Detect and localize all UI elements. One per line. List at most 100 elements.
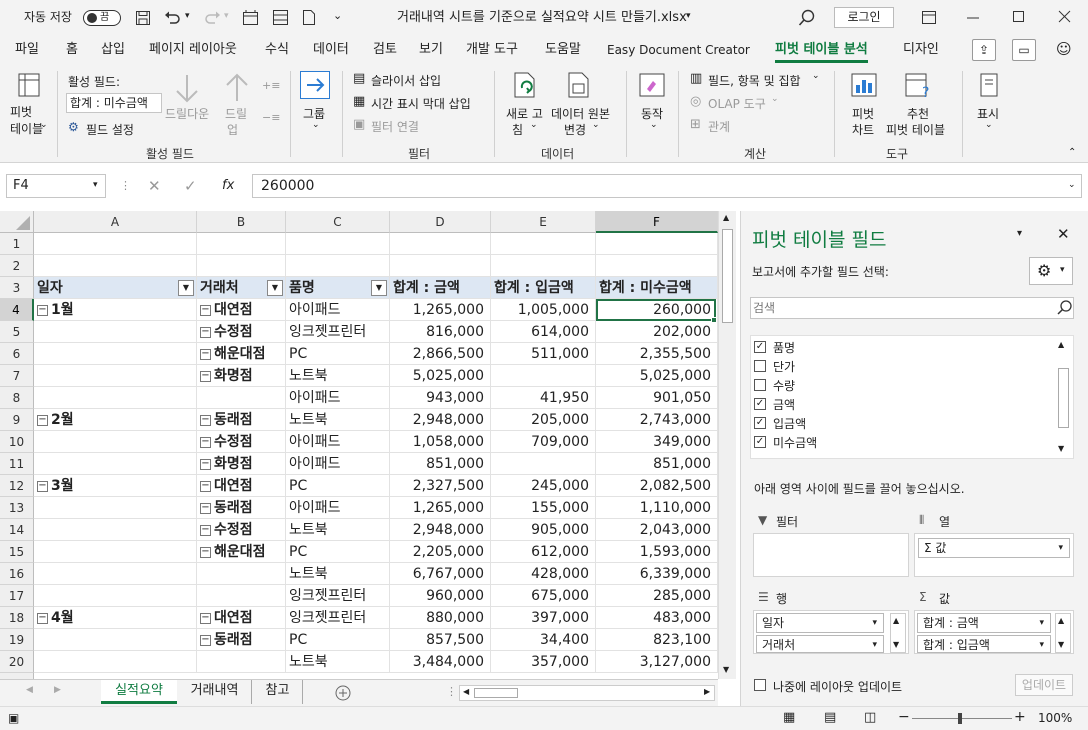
collapse-icon[interactable]: − bbox=[200, 502, 211, 514]
values-field-deposit[interactable]: 합계 : 입금액 ▾ bbox=[917, 635, 1051, 653]
row-header-17[interactable]: 17 bbox=[0, 585, 34, 607]
filter-dropdown-icon[interactable]: ▼ bbox=[267, 280, 283, 296]
collapse-icon[interactable]: − bbox=[200, 414, 211, 426]
row-header-18[interactable]: 18 bbox=[0, 607, 34, 629]
field-search-icon[interactable] bbox=[1057, 300, 1073, 316]
cell-a20[interactable] bbox=[34, 651, 197, 673]
row-header-3[interactable]: 3 bbox=[0, 277, 34, 299]
cell-c20[interactable]: 노트북 bbox=[286, 651, 390, 673]
recommended-pivot-button[interactable]: 추천 bbox=[907, 105, 929, 122]
cell-d11[interactable]: 851,000 bbox=[390, 453, 491, 475]
page-layout-view-icon[interactable]: ▤ bbox=[824, 710, 836, 725]
cell-d3[interactable]: 합계 : 금액 bbox=[390, 277, 491, 299]
tab-home[interactable]: 홈 bbox=[66, 35, 78, 65]
pivot-table-icon[interactable] bbox=[16, 71, 44, 101]
cell-d9[interactable]: 2,948,000 bbox=[390, 409, 491, 431]
change-source-button[interactable]: 데이터 원본 bbox=[551, 105, 610, 122]
collapse-icon[interactable]: − bbox=[200, 634, 211, 646]
cell-d19[interactable]: 857,500 bbox=[390, 629, 491, 651]
split-handle-icon[interactable]: ⋮ bbox=[446, 685, 457, 698]
redo-dropdown-icon[interactable]: ▾ bbox=[224, 11, 229, 21]
cell-d4[interactable]: 1,265,000 bbox=[390, 299, 491, 321]
relationships-icon[interactable]: ⊞ bbox=[690, 117, 701, 132]
pane-options-icon[interactable]: ▾ bbox=[1017, 228, 1022, 239]
ribbon-display-options-icon[interactable] bbox=[921, 10, 937, 25]
values-field-amount[interactable]: 합계 : 금액 ▾ bbox=[917, 613, 1051, 633]
rows-field-client[interactable]: 거래처 ▾ bbox=[756, 635, 884, 653]
cell-a12[interactable]: −3월 bbox=[34, 475, 197, 497]
field-checkbox[interactable]: ✓ bbox=[754, 398, 766, 410]
cell-b14[interactable]: − 수정점 bbox=[197, 519, 286, 541]
cell-b8[interactable] bbox=[197, 387, 286, 409]
show-dropdown-icon[interactable]: ⌄ bbox=[985, 120, 993, 130]
defer-update-checkbox[interactable] bbox=[754, 679, 766, 691]
cell-d12[interactable]: 2,327,500 bbox=[390, 475, 491, 497]
rows-scroll-down-icon[interactable]: ▼ bbox=[893, 640, 899, 649]
collapse-icon[interactable]: − bbox=[200, 370, 211, 382]
vertical-scrollbar[interactable]: ▲ ▼ bbox=[718, 211, 736, 679]
rows-scroll-up-icon[interactable]: ▲ bbox=[893, 616, 899, 625]
cell-f5[interactable]: 202,000 bbox=[596, 321, 718, 343]
refresh-dropdown-icon[interactable]: ⌄ bbox=[530, 120, 538, 130]
new-sheet-icon[interactable] bbox=[242, 9, 259, 26]
row-header-7[interactable]: 7 bbox=[0, 365, 34, 387]
refresh-icon[interactable] bbox=[512, 71, 540, 101]
collapse-icon[interactable]: − bbox=[37, 304, 48, 316]
h-scroll-thumb[interactable] bbox=[474, 688, 518, 698]
scroll-up-icon[interactable]: ▲ bbox=[723, 213, 729, 222]
tab-easy-document-creator[interactable]: Easy Document Creator bbox=[607, 35, 750, 65]
cell-c14[interactable]: 노트북 bbox=[286, 519, 390, 541]
fields-items-dropdown-icon[interactable]: ⌄ bbox=[812, 71, 820, 81]
cell-b11[interactable]: − 화명점 bbox=[197, 453, 286, 475]
change-source-icon[interactable] bbox=[566, 71, 594, 101]
name-box-dropdown-icon[interactable]: ▾ bbox=[93, 180, 98, 190]
columns-drop-area[interactable]: Σ 값 ▾ bbox=[914, 533, 1074, 577]
cell-e18[interactable]: 397,000 bbox=[491, 607, 596, 629]
show-icon[interactable] bbox=[976, 71, 1004, 101]
cell-d20[interactable]: 3,484,000 bbox=[390, 651, 491, 673]
insert-function-icon[interactable]: fx bbox=[222, 178, 234, 193]
cell-f9[interactable]: 2,743,000 bbox=[596, 409, 718, 431]
values-area-scrollbar[interactable]: ▲ ▼ bbox=[1055, 613, 1071, 653]
cell-e20[interactable]: 357,000 bbox=[491, 651, 596, 673]
cell-f8[interactable]: 901,050 bbox=[596, 387, 718, 409]
actions-icon[interactable] bbox=[638, 71, 666, 101]
tab-file[interactable]: 파일 bbox=[15, 35, 39, 65]
row-header-12[interactable]: 12 bbox=[0, 475, 34, 497]
collapse-icon[interactable]: − bbox=[200, 546, 211, 558]
values-scroll-up-icon[interactable]: ▲ bbox=[1058, 616, 1064, 625]
page-break-view-icon[interactable]: ◫ bbox=[864, 710, 876, 725]
cell-a6[interactable] bbox=[34, 343, 197, 365]
rows-drop-area[interactable]: 일자 ▾ 거래처 ▾ ▲ ▼ bbox=[753, 610, 909, 654]
fields-items-sets-button[interactable]: 필드, 항목 및 집합 bbox=[708, 72, 801, 89]
expand-field-icon[interactable]: +≡ bbox=[262, 79, 280, 92]
drill-up-button[interactable]: 드릴 bbox=[225, 105, 247, 122]
row-header-13[interactable]: 13 bbox=[0, 497, 34, 519]
field-settings-button[interactable]: 필드 설정 bbox=[86, 121, 134, 138]
cell-c4[interactable]: 아이패드 bbox=[286, 299, 390, 321]
tab-developer[interactable]: 개발 도구 bbox=[466, 35, 518, 65]
sheet-tab-transactions[interactable]: 거래내역 bbox=[178, 680, 252, 704]
filter-drop-area[interactable] bbox=[753, 533, 909, 577]
cell-d13[interactable]: 1,265,000 bbox=[390, 497, 491, 519]
field-checkbox[interactable]: ✓ bbox=[754, 341, 766, 353]
cell-f13[interactable]: 1,110,000 bbox=[596, 497, 718, 519]
scroll-thumb[interactable] bbox=[722, 229, 733, 323]
cell-b20[interactable] bbox=[197, 651, 286, 673]
drill-down-icon[interactable] bbox=[172, 71, 202, 105]
cell-a8[interactable] bbox=[34, 387, 197, 409]
zoom-out-icon[interactable]: − bbox=[898, 709, 910, 725]
active-field-input[interactable]: 합계 : 미수금액 bbox=[66, 93, 162, 113]
cell-f12[interactable]: 2,082,500 bbox=[596, 475, 718, 497]
scroll-left-icon[interactable]: ◀ bbox=[463, 687, 469, 696]
recommended-pivot-icon[interactable]: ? bbox=[904, 71, 932, 101]
tools-button[interactable]: ⚙ ▾ bbox=[1029, 257, 1073, 285]
cell-e15[interactable]: 612,000 bbox=[491, 541, 596, 563]
cell-e12[interactable]: 245,000 bbox=[491, 475, 596, 497]
cell-b6[interactable]: − 해운대점 bbox=[197, 343, 286, 365]
cell-f2[interactable] bbox=[596, 255, 718, 277]
autosave-toggle[interactable]: 끔 bbox=[83, 10, 121, 26]
cell-e10[interactable]: 709,000 bbox=[491, 431, 596, 453]
redo-icon[interactable] bbox=[203, 10, 221, 26]
cell-d1[interactable] bbox=[390, 233, 491, 255]
